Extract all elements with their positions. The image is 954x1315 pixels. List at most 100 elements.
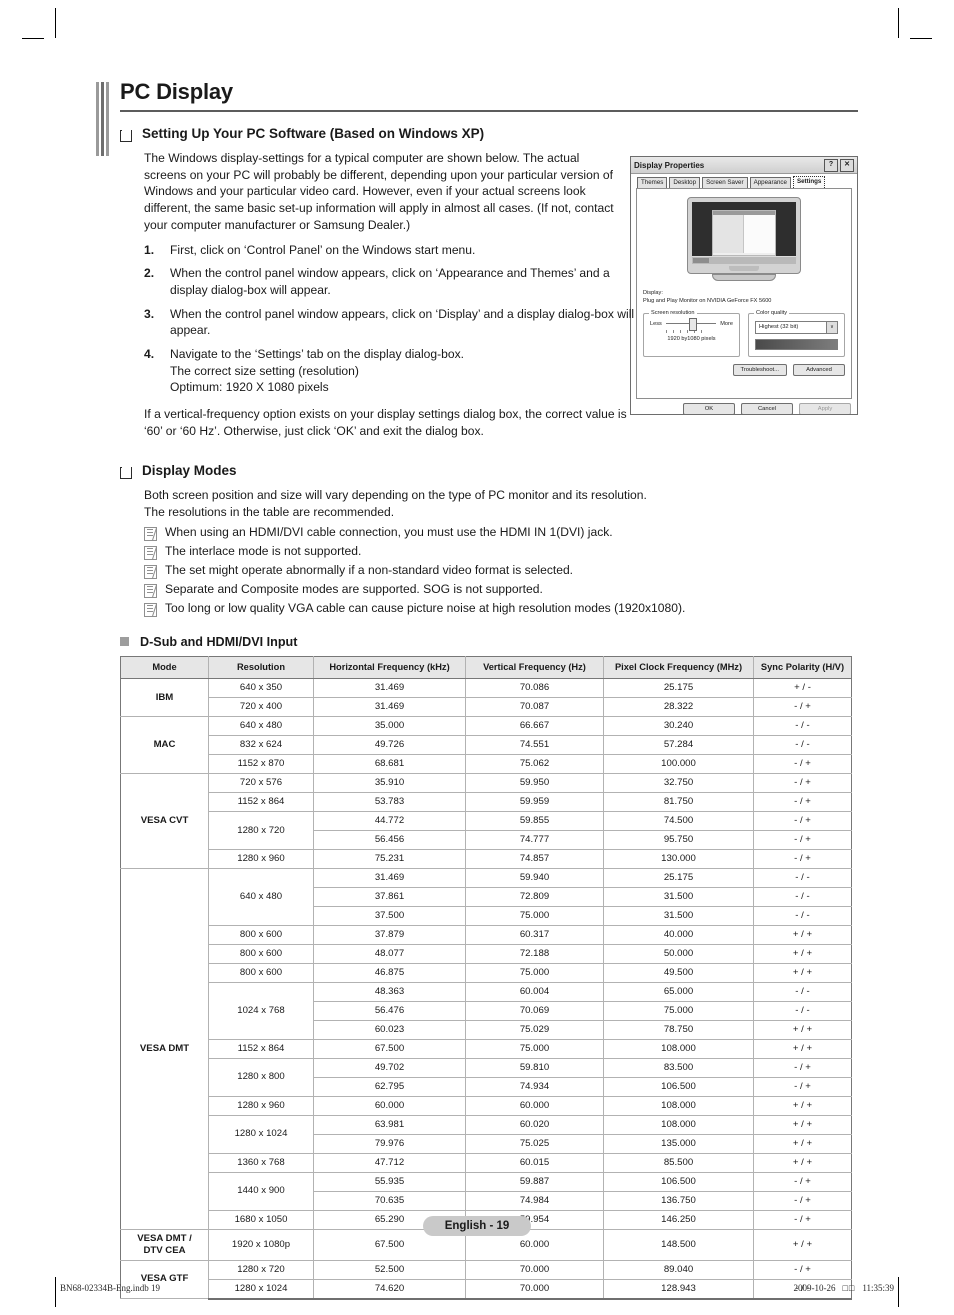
dialog-title-text: Display Properties xyxy=(634,160,705,170)
section-heading-display-modes: Display Modes xyxy=(120,463,858,480)
print-file-name: BN68-02334B-Eng.indb 19 xyxy=(60,1283,160,1293)
cell-mode: VESA DMT xyxy=(120,868,209,1230)
note-pencil-icon xyxy=(144,583,157,598)
cell-pixel-clock-frequency: 28.322 xyxy=(603,697,754,718)
cell-sync-polarity: - / + xyxy=(753,849,852,870)
cell-vertical-frequency: 74.934 xyxy=(465,1076,604,1097)
cell-horizontal-frequency: 46.875 xyxy=(313,963,466,983)
cell-horizontal-frequency: 37.500 xyxy=(313,906,466,927)
note-pencil-icon xyxy=(144,564,157,579)
display-modes-intro-line-1: Both screen position and size will vary … xyxy=(144,488,647,503)
table-row: VESA CVT 720 x 576 35.910 59.950 32.750- / + xyxy=(120,773,852,870)
print-date: 2009-10-26 xyxy=(793,1283,836,1293)
cell-pixel-clock-frequency: 136.750 xyxy=(603,1190,754,1211)
tab-settings[interactable]: Settings xyxy=(792,176,826,188)
cell-pixel-clock-frequency: 49.500 xyxy=(603,963,754,983)
cell-vertical-frequency: 59.810 xyxy=(465,1057,604,1078)
subsection-title: D-Sub and HDMI/DVI Input xyxy=(140,634,298,649)
cell-resolution: 1280 x 960 xyxy=(208,849,314,870)
display-info: Display: Plug and Play Monitor on NVIDIA… xyxy=(643,289,845,306)
preview-window xyxy=(712,210,776,256)
tab-desktop[interactable]: Desktop xyxy=(669,177,701,188)
cell-vertical-frequency: 75.000 xyxy=(465,906,604,927)
color-gradient-bar xyxy=(755,338,838,350)
tab-appearance[interactable]: Appearance xyxy=(749,177,791,188)
help-button[interactable]: ? xyxy=(824,158,838,172)
cell-sync-polarity: - / - xyxy=(753,906,852,927)
cell-mode: VESA CVT xyxy=(120,773,209,870)
cell-sync-polarity: - / + xyxy=(753,792,852,813)
setup-steps-list: 1. First, click on ‘Control Panel’ on th… xyxy=(96,242,644,397)
cell-sync-polarity: - / + xyxy=(753,1057,852,1078)
cell-pixel-clock-frequency: 50.000 xyxy=(603,944,754,964)
subsection-heading-dsub-hdmi: D-Sub and HDMI/DVI Input xyxy=(120,635,858,649)
cell-horizontal-frequency: 63.981 xyxy=(313,1114,466,1135)
cell-pixel-clock-frequency: 130.000 xyxy=(603,849,754,870)
cell-horizontal-frequency: 75.231 xyxy=(313,849,466,870)
list-item: 2. When the control panel window appears… xyxy=(144,265,644,298)
resolution-slider-ticks xyxy=(666,329,707,333)
cell-sync-polarity: + / + xyxy=(753,1095,852,1116)
list-item: 4. Navigate to the ‘Settings’ tab on the… xyxy=(144,346,644,396)
resolution-slider-thumb[interactable] xyxy=(689,318,698,332)
color-quality-legend: Color quality xyxy=(754,309,790,316)
cell-vertical-frequency: 72.188 xyxy=(465,944,604,964)
cell-resolution: 1152 x 870 xyxy=(208,754,314,775)
troubleshoot-button[interactable]: Troubleshoot... xyxy=(732,363,787,376)
table-row: 1280 x 1024 63.981 60.020 108.000 + / + xyxy=(121,1114,852,1154)
resolution-more-label: More xyxy=(720,320,733,327)
cell-horizontal-frequency: 55.935 xyxy=(313,1171,466,1192)
tab-themes[interactable]: Themes xyxy=(637,177,668,188)
tab-screen-saver[interactable]: Screen Saver xyxy=(702,177,748,188)
monitor-neck xyxy=(729,266,759,271)
column-header-sync-polarity: Sync Polarity (H/V) xyxy=(753,655,852,680)
cell-horizontal-frequency: 53.783 xyxy=(313,792,466,813)
cell-resolution: 1360 x 768 xyxy=(208,1152,314,1173)
cell-vertical-frequency: 60.317 xyxy=(465,925,604,946)
chevron-down-icon[interactable]: ∨ xyxy=(826,321,837,333)
ok-button[interactable]: OK xyxy=(683,403,735,414)
document-page: PC Display Display Properties ? ✕ Themes… xyxy=(96,79,858,1300)
advanced-button[interactable]: Advanced xyxy=(793,363,845,376)
apply-button[interactable]: Apply xyxy=(799,403,851,414)
cell-sync-polarity: - / + xyxy=(753,1190,852,1211)
cell-resolution: 1280 x 800 xyxy=(208,1057,314,1097)
note-pencil-icon xyxy=(144,545,157,560)
cell-resolution: 1024 x 768 xyxy=(208,981,314,1040)
resolution-slider[interactable] xyxy=(665,318,717,332)
cell-pixel-clock-frequency: 31.500 xyxy=(603,906,754,927)
list-item: The set might operate abnormally if a no… xyxy=(144,563,858,579)
print-timestamp: 2009-10-26 □□ 11:35:39 xyxy=(793,1283,894,1293)
cell-sync-polarity: + / + xyxy=(753,1133,852,1154)
cell-sync-polarity: + / - xyxy=(753,678,852,699)
table-row: 1280 x 800 49.702 59.810 83.500- / + xyxy=(121,1057,852,1097)
resolution-value: 1920 by1080 pixels xyxy=(667,335,716,342)
cell-horizontal-frequency: 60.000 xyxy=(313,1095,466,1116)
cell-vertical-frequency: 70.069 xyxy=(465,1000,604,1021)
cell-horizontal-frequency: 49.726 xyxy=(313,735,466,756)
crop-mark-bottom-right-vertical xyxy=(898,1277,899,1307)
column-header-mode: Mode xyxy=(120,655,209,680)
table-row: 800 x 600 37.879 60.317 40.000 + / + xyxy=(121,925,852,946)
cell-pixel-clock-frequency: 81.750 xyxy=(603,792,754,813)
close-icon[interactable]: ✕ xyxy=(840,158,854,172)
note-text: Separate and Composite modes are support… xyxy=(165,581,543,596)
column-header-resolution: Resolution xyxy=(208,655,314,680)
cell-pixel-clock-frequency: 89.040 xyxy=(603,1259,754,1280)
cell-mode: MAC xyxy=(120,716,209,775)
table-row: 1280 x 960 75.231 74.857 130.000- / + xyxy=(121,849,852,870)
color-quality-group: Color quality Highest (32 bit) ∨ xyxy=(748,309,845,357)
cell-sync-polarity: - / - xyxy=(753,981,852,1002)
cell-vertical-frequency: 75.000 xyxy=(465,963,604,983)
cell-horizontal-frequency: 48.363 xyxy=(313,981,466,1002)
cell-horizontal-frequency: 37.879 xyxy=(313,925,466,946)
step-number: 2. xyxy=(144,266,155,281)
cell-horizontal-frequency: 79.976 xyxy=(313,1133,466,1154)
table-row: 800 x 600 48.077 72.188 50.000 + / + xyxy=(121,944,852,964)
section-bullet-icon xyxy=(120,465,132,480)
color-quality-select[interactable]: Highest (32 bit) ∨ xyxy=(755,320,838,334)
cell-pixel-clock-frequency: 106.500 xyxy=(603,1171,754,1192)
crop-mark-bottom-left-vertical xyxy=(55,1277,56,1307)
cancel-button[interactable]: Cancel xyxy=(741,403,793,414)
crop-mark-top-right-vertical xyxy=(898,8,899,38)
